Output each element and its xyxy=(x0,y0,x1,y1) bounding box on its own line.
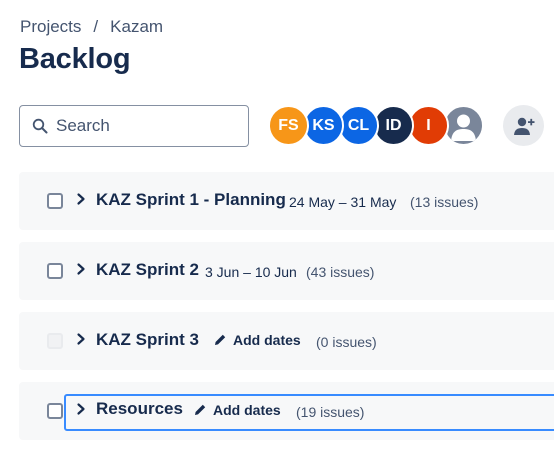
add-person-icon xyxy=(513,117,534,135)
avatar-i[interactable]: I xyxy=(408,105,449,146)
pencil-icon xyxy=(215,334,226,345)
search-box[interactable] xyxy=(19,105,249,147)
sprint-row[interactable]: KAZ Sprint 2 3 Jun – 10 Jun (43 issues) xyxy=(19,242,554,300)
add-people-button[interactable] xyxy=(503,105,544,146)
sprint-name: KAZ Sprint 3 xyxy=(96,330,199,349)
sprint-dates: 3 Jun – 10 Jun xyxy=(205,264,297,280)
sprint-row[interactable]: KAZ Sprint 3 Add dates (0 issues) xyxy=(19,312,554,370)
sprint-row[interactable]: KAZ Sprint 1 - Planning 24 May – 31 May … xyxy=(19,172,554,230)
sprint-issue-count: (0 issues) xyxy=(316,334,377,350)
breadcrumb-separator: / xyxy=(93,17,99,36)
sprint-checkbox xyxy=(47,333,63,349)
avatar-id[interactable]: ID xyxy=(373,105,414,146)
avatar-fs[interactable]: FS xyxy=(268,105,309,146)
add-dates-button[interactable]: Add dates xyxy=(193,402,281,418)
add-dates-label: Add dates xyxy=(233,332,301,348)
breadcrumb-projects-link[interactable]: Projects xyxy=(20,17,81,37)
breadcrumb: Projects / Kazam xyxy=(20,17,163,37)
add-dates-label: Add dates xyxy=(213,402,281,418)
avatar-default[interactable] xyxy=(443,105,484,146)
sprint-dates: 24 May – 31 May xyxy=(289,194,397,210)
sprint-checkbox[interactable] xyxy=(47,403,63,419)
chevron-right-icon[interactable] xyxy=(75,332,87,346)
chevron-right-icon[interactable] xyxy=(75,192,87,206)
avatar-cl[interactable]: CL xyxy=(338,105,379,146)
avatar-ks[interactable]: KS xyxy=(303,105,344,146)
sprint-issue-count: (43 issues) xyxy=(306,264,375,280)
sprint-checkbox[interactable] xyxy=(47,193,63,209)
sprint-checkbox[interactable] xyxy=(47,263,63,279)
chevron-right-icon[interactable] xyxy=(75,402,87,416)
sprint-issue-count: (19 issues) xyxy=(296,404,365,420)
sprint-name: KAZ Sprint 1 - Planning xyxy=(96,190,286,209)
chevron-right-icon[interactable] xyxy=(75,262,87,276)
person-icon xyxy=(451,114,476,141)
sprint-row[interactable]: Resources Add dates (19 issues) xyxy=(19,382,554,440)
search-input[interactable] xyxy=(56,116,236,136)
page-title: Backlog xyxy=(19,43,131,75)
add-dates-button[interactable]: Add dates xyxy=(213,332,301,348)
avatar-group: FS KS CL ID I xyxy=(268,105,484,147)
sprint-name: Resources xyxy=(96,399,183,418)
sprint-issue-count: (13 issues) xyxy=(410,194,479,210)
breadcrumb-project-link[interactable]: Kazam xyxy=(110,17,163,37)
pencil-icon xyxy=(195,404,206,415)
search-icon xyxy=(32,118,48,134)
sprint-name: KAZ Sprint 2 xyxy=(96,260,199,279)
